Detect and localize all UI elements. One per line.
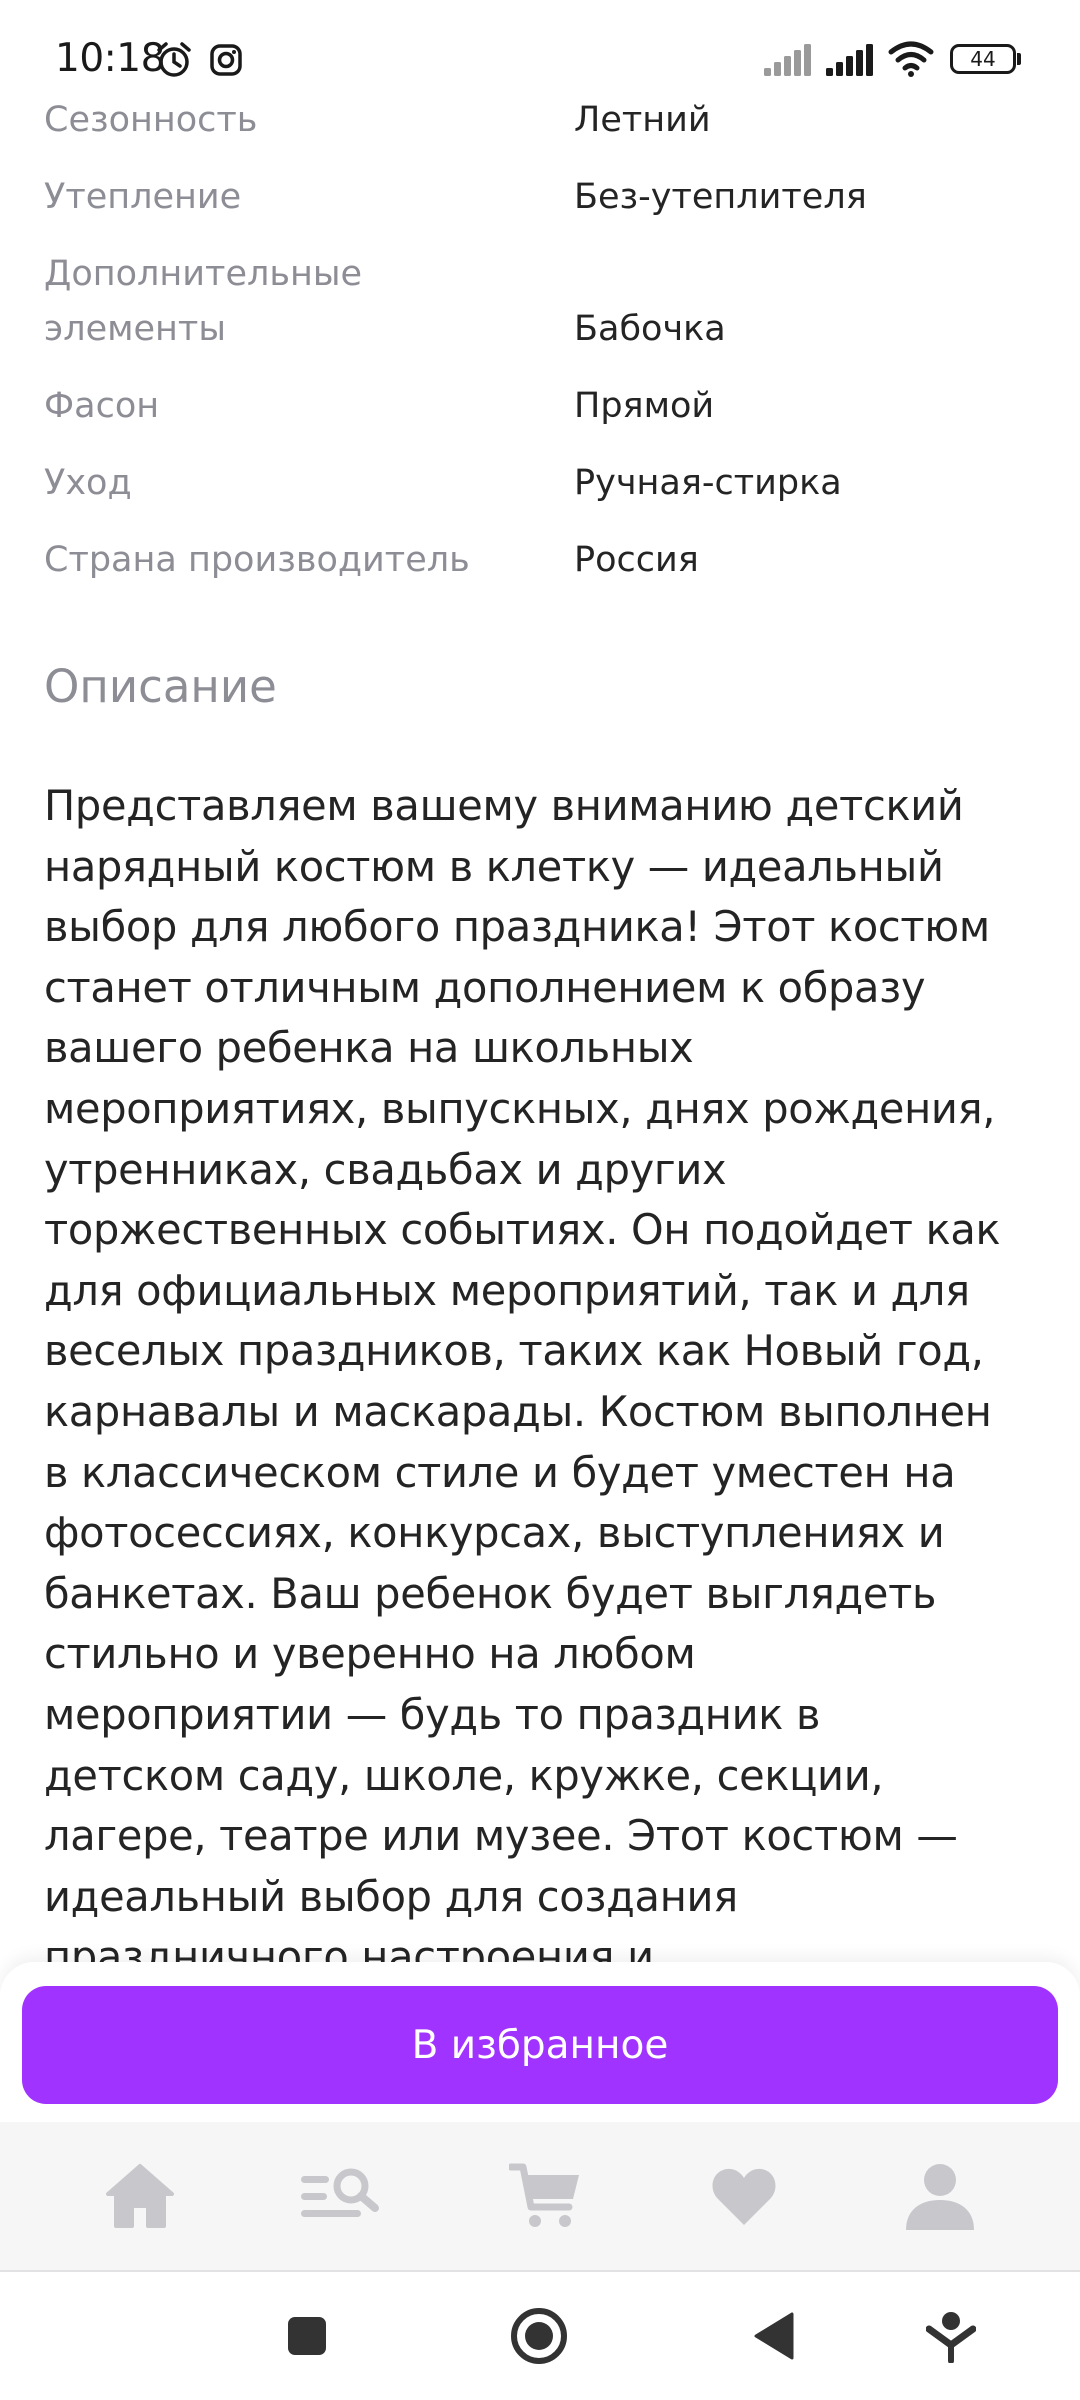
spec-value-fit: Прямой [574, 386, 715, 426]
description-line: детском саду, школе, кружке, секции, [44, 1750, 884, 1800]
battery-tip [1017, 53, 1021, 65]
nav-home[interactable] [80, 2122, 200, 2270]
nav-favorites[interactable] [684, 2122, 804, 2270]
recents-icon [288, 2317, 326, 2355]
description-line: вашего ребенка на школьных [44, 1023, 694, 1073]
system-assistant-button[interactable] [906, 2272, 996, 2400]
spec-label-fit: Фасон [44, 386, 160, 426]
description-line: нарядный костюм в клетку — идеальный [44, 841, 944, 891]
battery-icon: 44 [950, 44, 1016, 74]
signal-icon [764, 44, 811, 76]
system-back-button[interactable] [729, 2272, 819, 2400]
spec-label-season: Сезонность [44, 100, 258, 140]
status-time: 10:18 [55, 36, 165, 81]
description-line: фотосессиях, конкурсах, выступлениях и [44, 1508, 945, 1558]
description-line: стильно и уверенно на любом [44, 1629, 696, 1679]
description-line: выбор для любого праздника! Этот костюм [44, 902, 990, 952]
system-home-button[interactable] [494, 2272, 584, 2400]
description-line: мероприятиях, выпускных, днях рождения, [44, 1083, 996, 1133]
system-nav-bar [0, 2272, 1080, 2400]
nav-cart[interactable] [485, 2122, 605, 2270]
spec-value-country: Россия [574, 540, 699, 580]
alarm-icon [157, 42, 191, 77]
description-line: идеальный выбор для создания [44, 1871, 738, 1921]
nav-profile[interactable] [880, 2122, 1000, 2270]
description-line: для официальных мероприятий, так и для [44, 1265, 970, 1315]
assistant-icon [926, 2312, 976, 2363]
description-line: Представляем вашему вниманию детский [44, 781, 964, 830]
spec-label-extra-elements-line1: Дополнительные [44, 254, 363, 294]
description-line: торжественных событиях. Он подойдет как [44, 1205, 1001, 1255]
description-line: праздничного настроения и [44, 1932, 654, 1966]
catalog-search-icon [301, 2168, 379, 2217]
spec-value-season: Летний [574, 100, 711, 140]
bottom-nav [0, 2122, 1080, 2270]
spec-value-care: Ручная-стирка [574, 463, 842, 503]
spec-value-insulation: Без-утеплителя [574, 177, 867, 217]
system-recents-button[interactable] [262, 2272, 352, 2400]
spec-label-care: Уход [44, 463, 132, 503]
description-line: станет отличным дополнением к образу [44, 962, 926, 1012]
favorites-icon [712, 2168, 776, 2225]
signal-icon [826, 44, 873, 76]
back-icon [754, 2312, 794, 2360]
profile-icon [906, 2164, 974, 2230]
add-to-favorites-button[interactable]: В избранное [22, 1986, 1058, 2104]
status-bar: 10:18 44 [0, 0, 1080, 100]
battery-level: 44 [970, 47, 996, 71]
spec-label-extra-elements-line2: элементы [44, 309, 226, 349]
description-line: веселых праздников, таких как Новый год, [44, 1326, 984, 1376]
description-line: в классическом стиле и будет уместен на [44, 1447, 956, 1497]
cart-icon [509, 2163, 579, 2227]
nav-catalog[interactable] [279, 2122, 399, 2270]
description-text: Представляем вашему вниманию детский нар… [44, 776, 1054, 1966]
spec-value-extra-elements: Бабочка [574, 309, 726, 349]
description-line: банкетах. Ваш ребенок будет выглядеть [44, 1568, 937, 1618]
description-title: Описание [44, 660, 277, 713]
home-circle-icon [511, 2308, 567, 2364]
spec-label-country: Страна производитель [44, 540, 470, 580]
description-line: утренниках, свадьбах и других [44, 1144, 727, 1194]
wifi-icon [888, 41, 934, 77]
home-icon [106, 2164, 174, 2228]
instagram-icon [210, 44, 242, 76]
description-line: мероприятии — будь то праздник в [44, 1689, 821, 1739]
description-line: лагере, театре или музее. Этот костюм — [44, 1811, 958, 1861]
spec-label-insulation: Утепление [44, 177, 242, 217]
description-line: карнавалы и маскарады. Костюм выполнен [44, 1386, 992, 1436]
